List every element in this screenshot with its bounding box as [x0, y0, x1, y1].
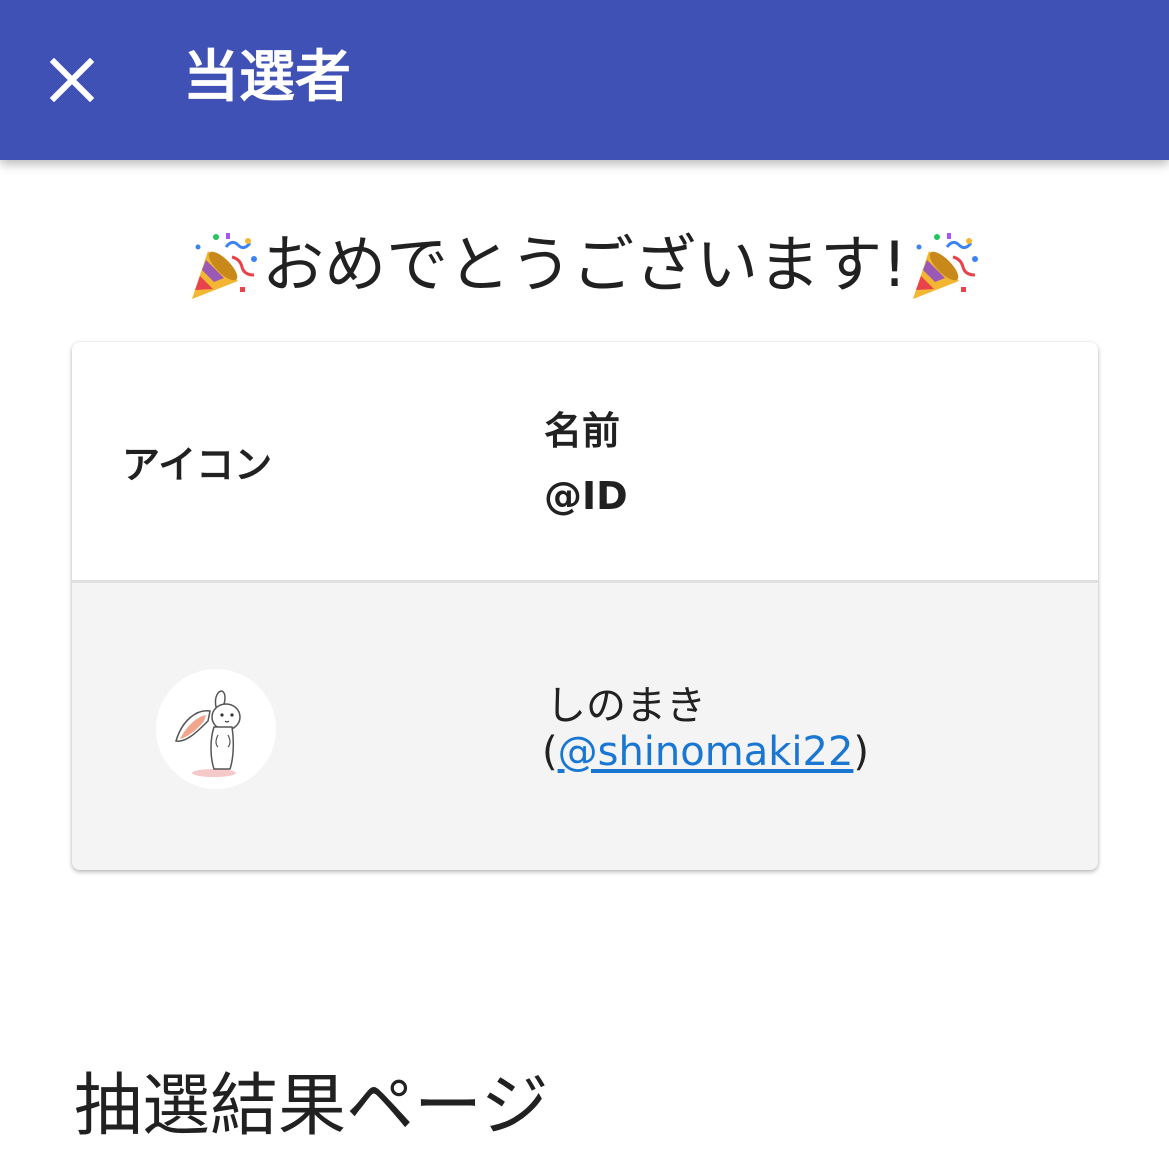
rabbit-avatar-icon — [156, 669, 276, 789]
congratulations-text: おめでとうございます! — [262, 228, 907, 301]
winner-id: (@shinomaki22) — [542, 729, 869, 775]
id-close-paren: ) — [853, 729, 869, 775]
avatar — [156, 669, 276, 789]
party-popper-icon — [907, 227, 983, 303]
close-button[interactable] — [32, 40, 112, 120]
id-open-paren: ( — [542, 729, 558, 775]
party-popper-icon — [186, 227, 262, 303]
column-header-id: @ID — [544, 474, 628, 518]
winners-table: アイコン 名前 @ID しのまき (@shinomaki22) — [72, 342, 1098, 870]
close-icon — [32, 40, 112, 120]
winner-id-link[interactable]: @shinomaki22 — [558, 729, 854, 775]
page-title: 当選者 — [183, 45, 351, 110]
table-header: アイコン 名前 @ID — [72, 342, 1098, 583]
congratulations-banner: おめでとうございます! — [0, 222, 1169, 308]
results-page-heading: 抽選結果ページ — [74, 1067, 549, 1146]
table-row: しのまき (@shinomaki22) — [72, 583, 1098, 870]
column-header-icon: アイコン — [122, 443, 273, 487]
column-header-name: 名前 — [544, 409, 621, 453]
winner-name: しのまき — [546, 683, 706, 729]
app-bar: 当選者 — [0, 0, 1169, 160]
